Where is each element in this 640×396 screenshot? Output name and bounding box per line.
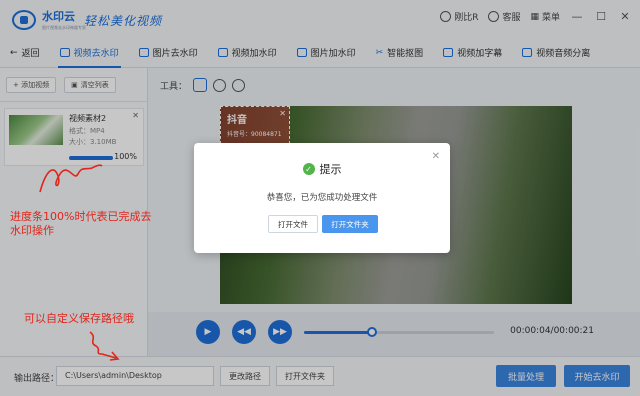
- check-circle-icon: ✓: [302, 163, 315, 175]
- red-scribble: [39, 164, 103, 193]
- dialog-open-folder-button[interactable]: 打开文件夹: [322, 215, 378, 233]
- progress-annotation: 进度条100%时代表已完成去水印操作: [10, 210, 152, 237]
- open-file-button[interactable]: 打开文件: [268, 215, 318, 233]
- path-annotation: 可以自定义保存路径哦: [24, 312, 134, 325]
- red-arrow: [89, 331, 120, 361]
- dialog-title: 提示: [319, 163, 342, 176]
- dialog-message: 恭喜您，已为您成功处理文件: [266, 193, 378, 203]
- success-dialog: ✕ ✓ 提示 恭喜您，已为您成功处理文件 打开文件 打开文件夹: [194, 143, 450, 253]
